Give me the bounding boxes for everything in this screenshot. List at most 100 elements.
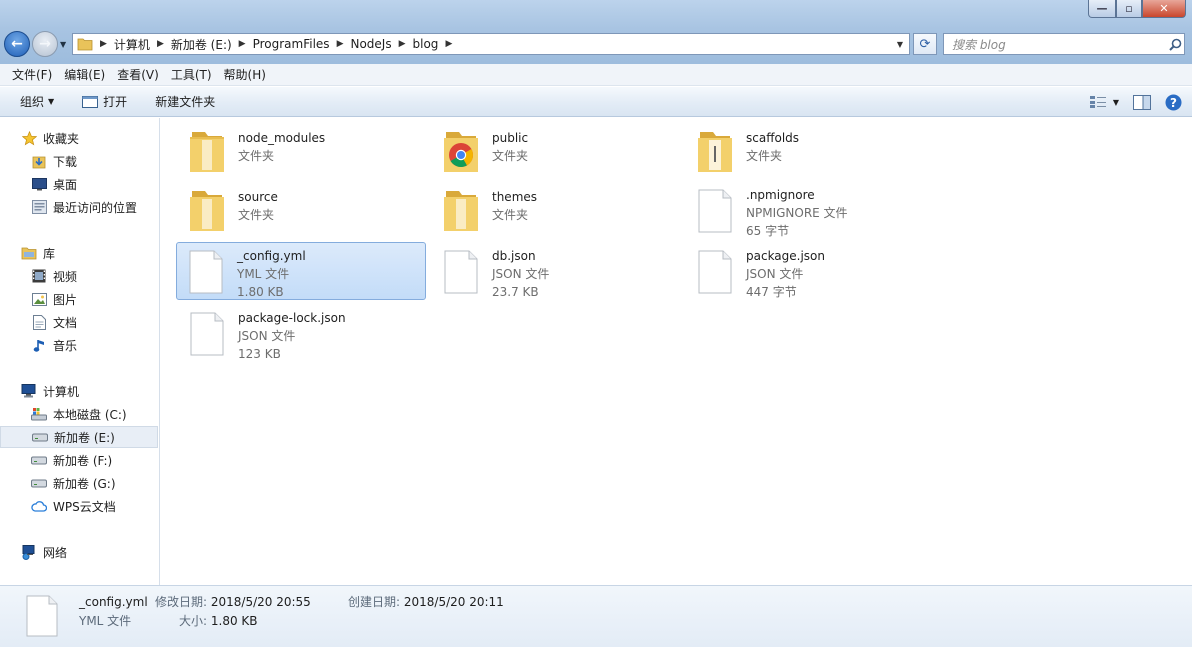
drive-icon: [30, 475, 48, 491]
nav-item-music[interactable]: 音乐: [0, 334, 158, 356]
file-list: node_modules 文件夹 public 文件夹 scaffolds 文件…: [161, 118, 1192, 585]
file-name: package.json: [746, 249, 826, 263]
back-arrow-icon: ←: [11, 36, 23, 52]
nav-favorites[interactable]: 收藏夹: [0, 127, 158, 149]
file-name: themes: [492, 190, 538, 204]
open-button[interactable]: 打开: [74, 93, 135, 110]
breadcrumb-blog[interactable]: blog ▶: [409, 34, 456, 54]
forward-button[interactable]: →: [32, 31, 58, 57]
breadcrumb-separator-icon[interactable]: ▶: [97, 39, 110, 49]
new-folder-button[interactable]: 新建文件夹: [147, 93, 223, 110]
file-icon: [438, 247, 484, 297]
organize-label: 组织: [20, 95, 45, 109]
menu-tools[interactable]: 工具(T): [165, 66, 218, 83]
help-icon: ?: [1165, 94, 1182, 110]
close-button[interactable]: ✕: [1142, 0, 1186, 18]
details-size-value: 1.80 KB: [210, 614, 258, 628]
folder-icon: [692, 127, 738, 177]
nav-item-wps-cloud[interactable]: WPS云文档: [0, 495, 158, 517]
back-button[interactable]: ←: [4, 31, 30, 57]
search-box[interactable]: 搜索 blog: [943, 33, 1185, 55]
breadcrumb-separator-icon[interactable]: ▶: [442, 39, 455, 49]
nav-item-recent-places[interactable]: 最近访问的位置: [0, 196, 158, 218]
folder-icon: [438, 186, 484, 236]
nav-item-desktop[interactable]: 桌面: [0, 173, 158, 195]
help-button[interactable]: ?: [1165, 94, 1182, 111]
breadcrumb-separator-icon[interactable]: ▶: [396, 39, 409, 49]
menu-file[interactable]: 文件(F): [6, 66, 58, 83]
breadcrumb-separator-icon[interactable]: ▶: [334, 39, 347, 49]
file-icon: [692, 247, 738, 297]
nav-computer[interactable]: 计算机: [0, 380, 158, 402]
address-bar[interactable]: ▶ 计算机 ▶ 新加卷 (E:) ▶ ProgramFiles ▶ NodeJs ▶ b…: [72, 33, 910, 55]
nav-item-drive-f[interactable]: 新加卷 (F:): [0, 449, 158, 471]
change-view-button[interactable]: ▼: [1089, 95, 1119, 109]
maximize-button[interactable]: ▫: [1116, 0, 1142, 18]
star-icon: [20, 130, 38, 146]
address-history-dropdown-icon[interactable]: ▼: [891, 34, 909, 54]
nav-item-label: 最近访问的位置: [53, 200, 138, 215]
nav-item-videos[interactable]: 视频: [0, 265, 158, 287]
organize-button[interactable]: 组织 ▼: [12, 93, 62, 110]
nav-item-label: 图片: [53, 292, 78, 307]
file-type: YML 文件: [237, 267, 290, 281]
file-size: 447 字节: [746, 285, 797, 299]
file-type: JSON 文件: [238, 329, 296, 343]
nav-item-drive-g[interactable]: 新加卷 (G:): [0, 472, 158, 494]
nav-item-drive-c[interactable]: 本地磁盘 (C:): [0, 403, 158, 425]
breadcrumb-computer[interactable]: 计算机 ▶: [110, 34, 167, 54]
file-item-node-modules[interactable]: node_modules 文件夹: [177, 122, 427, 180]
search-icon[interactable]: [1166, 38, 1184, 51]
nav-item-documents[interactable]: 文档: [0, 311, 158, 333]
file-item-package-lock-json[interactable]: package-lock.json JSON 文件 123 KB: [177, 304, 427, 362]
recent-places-icon: [30, 199, 48, 215]
libraries-icon: [20, 245, 38, 261]
refresh-button[interactable]: ⟳: [913, 33, 937, 55]
nav-computer-label: 计算机: [43, 384, 80, 399]
details-created-value: 2018/5/20 20:11: [403, 595, 504, 609]
file-item-scaffolds[interactable]: scaffolds 文件夹: [685, 122, 935, 180]
menu-edit[interactable]: 编辑(E): [58, 66, 111, 83]
preview-pane-icon: [1133, 94, 1151, 110]
nav-item-pictures[interactable]: 图片: [0, 288, 158, 310]
file-size: 1.80 KB: [237, 285, 284, 299]
file-item-npmignore[interactable]: .npmignore NPMIGNORE 文件 65 字节: [685, 181, 935, 239]
file-name: .npmignore: [746, 188, 815, 202]
minimize-button[interactable]: —: [1088, 0, 1116, 18]
nav-libraries[interactable]: 库: [0, 242, 158, 264]
chevron-down-icon[interactable]: ▼: [1113, 98, 1119, 107]
breadcrumb-programfiles[interactable]: ProgramFiles ▶: [249, 34, 347, 54]
file-item-config-yml[interactable]: _config.yml YML 文件 1.80 KB: [176, 242, 426, 300]
breadcrumb-nodejs[interactable]: NodeJs ▶: [346, 34, 408, 54]
breadcrumb-separator-icon[interactable]: ▶: [154, 39, 167, 49]
nav-item-label: 新加卷 (F:): [53, 453, 113, 468]
details-modified-value: 2018/5/20 20:55: [210, 595, 311, 609]
preview-pane-button[interactable]: [1133, 94, 1151, 110]
computer-icon: [20, 383, 38, 399]
file-size: 123 KB: [238, 347, 281, 361]
breadcrumb-drive-e[interactable]: 新加卷 (E:) ▶: [167, 34, 249, 54]
file-name: _config.yml: [237, 249, 306, 263]
file-item-themes[interactable]: themes 文件夹: [431, 181, 681, 239]
file-name: package-lock.json: [238, 311, 346, 325]
file-type: 文件夹: [238, 208, 275, 222]
recent-pages-dropdown-icon[interactable]: ▼: [60, 40, 66, 49]
breadcrumb-separator-icon[interactable]: ▶: [236, 39, 249, 49]
drive-icon: [30, 452, 48, 468]
nav-network[interactable]: 网络: [0, 541, 158, 563]
nav-item-downloads[interactable]: 下载: [0, 150, 158, 172]
file-name: node_modules: [238, 131, 326, 145]
forward-arrow-icon: →: [39, 36, 51, 52]
file-name: db.json: [492, 249, 536, 263]
menu-view[interactable]: 查看(V): [111, 66, 165, 83]
network-icon: [20, 544, 38, 560]
file-item-package-json[interactable]: package.json JSON 文件 447 字节: [685, 242, 935, 300]
file-item-db-json[interactable]: db.json JSON 文件 23.7 KB: [431, 242, 681, 300]
file-item-source[interactable]: source 文件夹: [177, 181, 427, 239]
search-input[interactable]: 搜索 blog: [952, 36, 1166, 53]
menu-bar: 文件(F) 编辑(E) 查看(V) 工具(T) 帮助(H): [0, 64, 1192, 86]
file-item-public[interactable]: public 文件夹: [431, 122, 681, 180]
menu-help[interactable]: 帮助(H): [218, 66, 272, 83]
file-icon: [183, 247, 229, 297]
nav-item-drive-e[interactable]: 新加卷 (E:): [0, 426, 158, 448]
